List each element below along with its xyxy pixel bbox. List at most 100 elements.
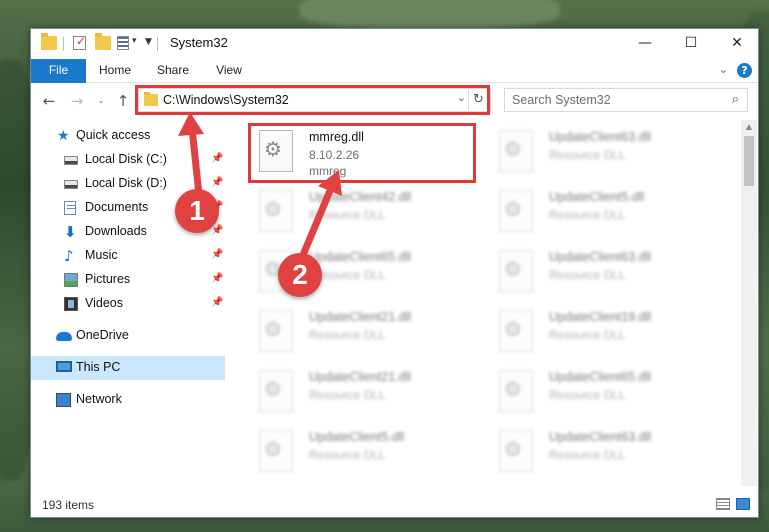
divider bbox=[157, 37, 158, 51]
tab-share[interactable]: Share bbox=[151, 59, 195, 83]
pin-icon: 📌 bbox=[211, 273, 224, 284]
scroll-up-icon[interactable]: ▲ bbox=[741, 122, 757, 131]
dll-file-icon bbox=[499, 130, 533, 172]
file-name: UpdateClient65.dll bbox=[309, 250, 412, 264]
dll-file-icon bbox=[259, 430, 293, 472]
back-arrow-icon[interactable]: ← bbox=[39, 91, 59, 111]
file-description: Resource DLL bbox=[549, 388, 626, 402]
file-description: Resource DLL bbox=[309, 388, 386, 402]
file-description: Resource DLL bbox=[549, 448, 626, 462]
vertical-scrollbar[interactable]: ▲ bbox=[741, 120, 757, 486]
expand-ribbon-icon[interactable]: ⌄ bbox=[719, 63, 728, 76]
pin-icon: 📌 bbox=[211, 297, 224, 308]
close-button[interactable]: ✕ bbox=[714, 29, 760, 59]
status-bar: 193 items bbox=[31, 493, 758, 517]
search-icon[interactable]: ⌕ bbox=[732, 92, 739, 107]
dll-file-icon bbox=[499, 190, 533, 232]
file-name: UpdateClient19.dll bbox=[549, 310, 652, 324]
file-item[interactable]: UpdateClient63.dll Resource DLL bbox=[487, 422, 717, 480]
maximize-button[interactable]: ☐ bbox=[668, 29, 714, 59]
title-bar: ▾ ▼ System32 — ☐ ✕ bbox=[31, 29, 758, 59]
sidebar-item-local-disk-c[interactable]: Local Disk (C:) 📌 bbox=[31, 148, 225, 172]
music-icon: ♪ bbox=[64, 247, 74, 265]
sidebar-item-music[interactable]: ♪ Music 📌 bbox=[31, 244, 225, 268]
sidebar-item-pictures[interactable]: Pictures 📌 bbox=[31, 268, 225, 292]
scrollbar-thumb[interactable] bbox=[744, 136, 754, 186]
file-item[interactable]: UpdateClient5.dll Resource DLL bbox=[247, 422, 477, 480]
file-description: Resource DLL bbox=[549, 148, 626, 162]
customize-toolbar-icon[interactable] bbox=[117, 36, 129, 50]
dll-file-icon bbox=[499, 370, 533, 412]
tab-view[interactable]: View bbox=[207, 59, 251, 83]
file-item[interactable]: UpdateClient5.dll Resource DLL bbox=[487, 182, 717, 240]
file-item[interactable]: UpdateClient21.dll Resource DLL bbox=[247, 302, 477, 360]
forward-arrow-icon[interactable]: → bbox=[67, 91, 87, 111]
step-badge-1: 1 bbox=[175, 189, 219, 233]
file-name: UpdateClient63.dll bbox=[549, 250, 652, 264]
sidebar-item-label: Downloads bbox=[85, 224, 147, 238]
folder-icon bbox=[41, 33, 57, 50]
divider bbox=[63, 37, 64, 51]
dll-file-icon bbox=[259, 310, 293, 352]
ribbon: File Home Share View ⌄ ? bbox=[31, 59, 758, 83]
disk-icon bbox=[64, 180, 78, 189]
file-description: Resource DLL bbox=[549, 268, 626, 282]
file-name: UpdateClient21.dll bbox=[309, 310, 412, 324]
network-icon bbox=[56, 393, 71, 407]
sidebar-item-label: Network bbox=[76, 392, 122, 406]
address-bar-highlight bbox=[135, 85, 490, 115]
sidebar-item-label: This PC bbox=[76, 360, 121, 374]
file-item[interactable]: UpdateClient21.dll Resource DLL bbox=[247, 362, 477, 420]
file-name: UpdateClient21.dll bbox=[309, 370, 412, 384]
recent-locations-icon[interactable]: ⌄ bbox=[91, 91, 111, 111]
properties-check-icon[interactable] bbox=[73, 34, 86, 50]
sidebar-item-quick-access[interactable]: ★ Quick access bbox=[31, 124, 225, 148]
dll-file-icon bbox=[499, 250, 533, 292]
sidebar-item-label: Local Disk (C:) bbox=[85, 152, 167, 166]
file-description: Resource DLL bbox=[309, 208, 386, 222]
file-item[interactable]: UpdateClient63.dll Resource DLL bbox=[487, 122, 717, 180]
minimize-button[interactable]: — bbox=[622, 29, 668, 59]
file-name: UpdateClient63.dll bbox=[549, 130, 652, 144]
dropdown-arrow-icon[interactable]: ▼ bbox=[145, 37, 152, 47]
new-folder-icon[interactable] bbox=[95, 33, 111, 50]
sidebar-item-network[interactable]: Network bbox=[31, 388, 225, 412]
file-item[interactable]: UpdateClient19.dll Resource DLL bbox=[487, 302, 717, 360]
sidebar-item-label: Quick access bbox=[76, 128, 151, 142]
sidebar-item-label: OneDrive bbox=[76, 328, 129, 342]
sidebar-item-onedrive[interactable]: OneDrive bbox=[31, 324, 225, 348]
sidebar-item-this-pc[interactable]: This PC bbox=[31, 356, 225, 380]
tab-file[interactable]: File bbox=[31, 59, 86, 83]
sidebar-item-label: Pictures bbox=[85, 272, 131, 286]
file-name: UpdateClient5.dll bbox=[549, 190, 645, 204]
file-description: Resource DLL bbox=[309, 448, 386, 462]
sidebar-item-label: Videos bbox=[85, 296, 123, 310]
tab-home[interactable]: Home bbox=[93, 59, 137, 83]
file-description: Resource DLL bbox=[549, 208, 626, 222]
search-input[interactable]: Search System32 ⌕ bbox=[504, 88, 748, 112]
file-item[interactable]: UpdateClient65.dll Resource DLL bbox=[487, 362, 717, 420]
step-badge-2: 2 bbox=[278, 253, 322, 297]
chevron-down-icon[interactable]: ▾ bbox=[132, 36, 137, 46]
navigation-pane: ★ Quick access Local Disk (C:) 📌 Local D… bbox=[31, 124, 225, 484]
onedrive-icon bbox=[56, 332, 72, 341]
dll-file-icon bbox=[259, 190, 293, 232]
file-name: UpdateClient63.dll bbox=[549, 430, 652, 444]
sidebar-item-label: Music bbox=[85, 248, 118, 262]
large-icons-view-icon[interactable] bbox=[736, 498, 750, 510]
file-highlight bbox=[248, 123, 476, 183]
details-view-icon[interactable] bbox=[716, 498, 730, 510]
sidebar-item-videos[interactable]: Videos 📌 bbox=[31, 292, 225, 316]
up-arrow-icon[interactable]: ↑ bbox=[113, 91, 133, 111]
file-name: UpdateClient42.dll bbox=[309, 190, 412, 204]
star-icon: ★ bbox=[57, 128, 70, 144]
help-icon[interactable]: ? bbox=[737, 63, 752, 78]
file-item[interactable]: UpdateClient63.dll Resource DLL bbox=[487, 242, 717, 300]
file-description: Resource DLL bbox=[549, 328, 626, 342]
computer-icon bbox=[56, 361, 72, 372]
pin-icon: 📌 bbox=[211, 249, 224, 260]
sidebar-item-label: Local Disk (D:) bbox=[85, 176, 167, 190]
dll-file-icon bbox=[499, 310, 533, 352]
file-item[interactable]: UpdateClient42.dll Resource DLL bbox=[247, 182, 477, 240]
item-count: 193 items bbox=[42, 498, 95, 512]
